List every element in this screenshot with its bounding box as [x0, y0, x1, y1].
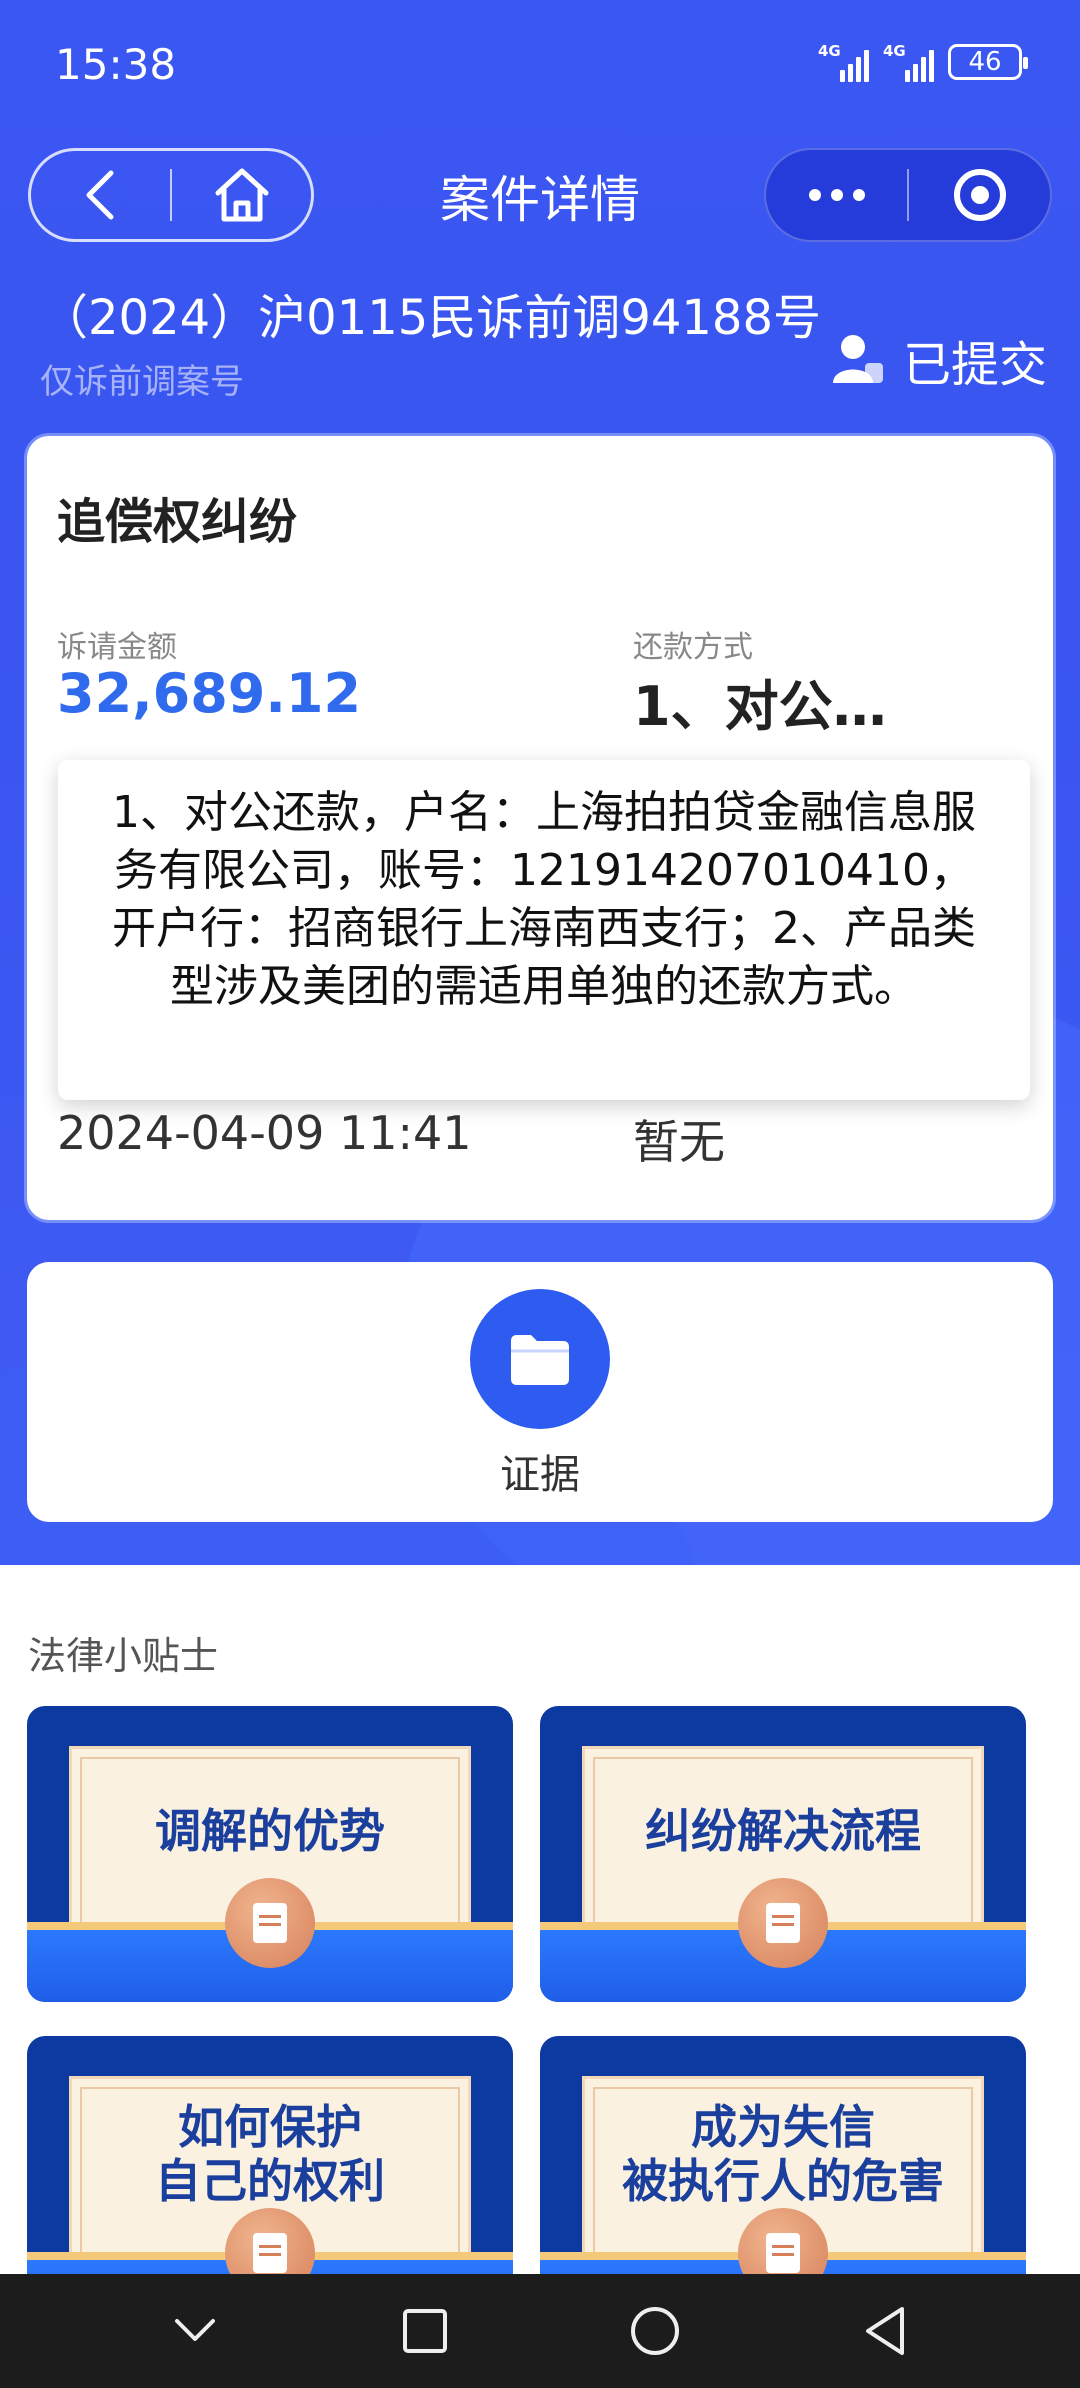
battery-level: 46 — [968, 47, 1002, 77]
collapse-button[interactable] — [155, 2291, 235, 2371]
tip-title: 成为失信 被执行人的危害 — [540, 2100, 1026, 2208]
recents-square-icon — [403, 2309, 447, 2353]
case-number: （2024）沪0115民诉前调94188号 — [40, 290, 822, 346]
back-button[interactable] — [31, 151, 170, 239]
case-status: 已提交 — [831, 325, 1047, 395]
amount-label: 诉请金额 — [57, 630, 177, 665]
evidence-label: 证据 — [500, 1452, 580, 1498]
tip-title-line: 调解的优势 — [155, 1804, 385, 1858]
status-icons: 4G 4G 46 — [818, 42, 1028, 82]
chevron-left-icon — [86, 170, 113, 220]
tip-title-line: 自己的权利 — [155, 2154, 385, 2208]
status-time: 15:38 — [55, 40, 177, 89]
back-system-button[interactable] — [845, 2291, 925, 2371]
book-icon — [225, 1878, 315, 1968]
user-icon — [832, 335, 883, 383]
repayment-method-label: 还款方式 — [633, 630, 753, 665]
tip-title-line: 成为失信 — [691, 2100, 875, 2154]
more-dots-icon — [808, 189, 865, 201]
back-triangle-icon — [866, 2307, 904, 2355]
amount-value: 32,689.12 — [57, 662, 362, 725]
evidence-card[interactable]: 证据 — [27, 1262, 1053, 1522]
signal-label: 4G — [818, 42, 841, 60]
tip-card[interactable]: 纠纷解决流程 — [540, 1706, 1026, 2002]
chevron-down-icon — [175, 2319, 215, 2341]
date-value: 2024-04-09 11:41 — [57, 1106, 472, 1160]
tip-title-line: 如何保护 — [178, 2100, 362, 2154]
battery-icon: 46 — [948, 44, 1028, 80]
tip-title: 如何保护 自己的权利 — [27, 2100, 513, 2208]
tips-section-title: 法律小贴士 — [28, 1634, 219, 1678]
signal-icon: 4G — [818, 42, 869, 82]
home-circle-icon — [631, 2307, 679, 2355]
home-button[interactable] — [172, 151, 311, 239]
folder-icon — [511, 1335, 569, 1385]
signal-label: 4G — [883, 42, 906, 60]
tip-title: 调解的优势 — [27, 1804, 513, 1858]
case-number-note: 仅诉前调案号 — [40, 362, 244, 402]
tip-title-line: 被执行人的危害 — [622, 2154, 944, 2208]
evidence-button[interactable] — [470, 1289, 610, 1429]
close-miniapp-button[interactable] — [909, 150, 1050, 240]
record-target-icon — [953, 169, 1006, 221]
tip-card[interactable]: 调解的优势 — [27, 1706, 513, 2002]
nav-right-pill — [764, 148, 1052, 242]
recents-button[interactable] — [385, 2291, 465, 2371]
tip-title: 纠纷解决流程 — [540, 1804, 1026, 1858]
book-icon — [738, 1878, 828, 1968]
home-icon — [215, 168, 268, 222]
system-nav-bar — [0, 2274, 1080, 2388]
repayment-method-tooltip: 1、对公还款，户名：上海拍拍贷金融信息服务有限公司，账号：12191420701… — [58, 760, 1030, 1100]
case-type: 追偿权纠纷 — [57, 494, 298, 550]
signal-icon: 4G — [883, 42, 934, 82]
repayment-method-value[interactable]: 1、对公… — [633, 662, 887, 741]
case-status-label: 已提交 — [902, 337, 1047, 393]
second-field-value: 暂无 — [633, 1115, 725, 1169]
home-system-button[interactable] — [615, 2291, 695, 2371]
more-button[interactable] — [766, 150, 907, 240]
nav-left-pill — [28, 148, 314, 242]
tip-title-line: 纠纷解决流程 — [645, 1804, 921, 1858]
